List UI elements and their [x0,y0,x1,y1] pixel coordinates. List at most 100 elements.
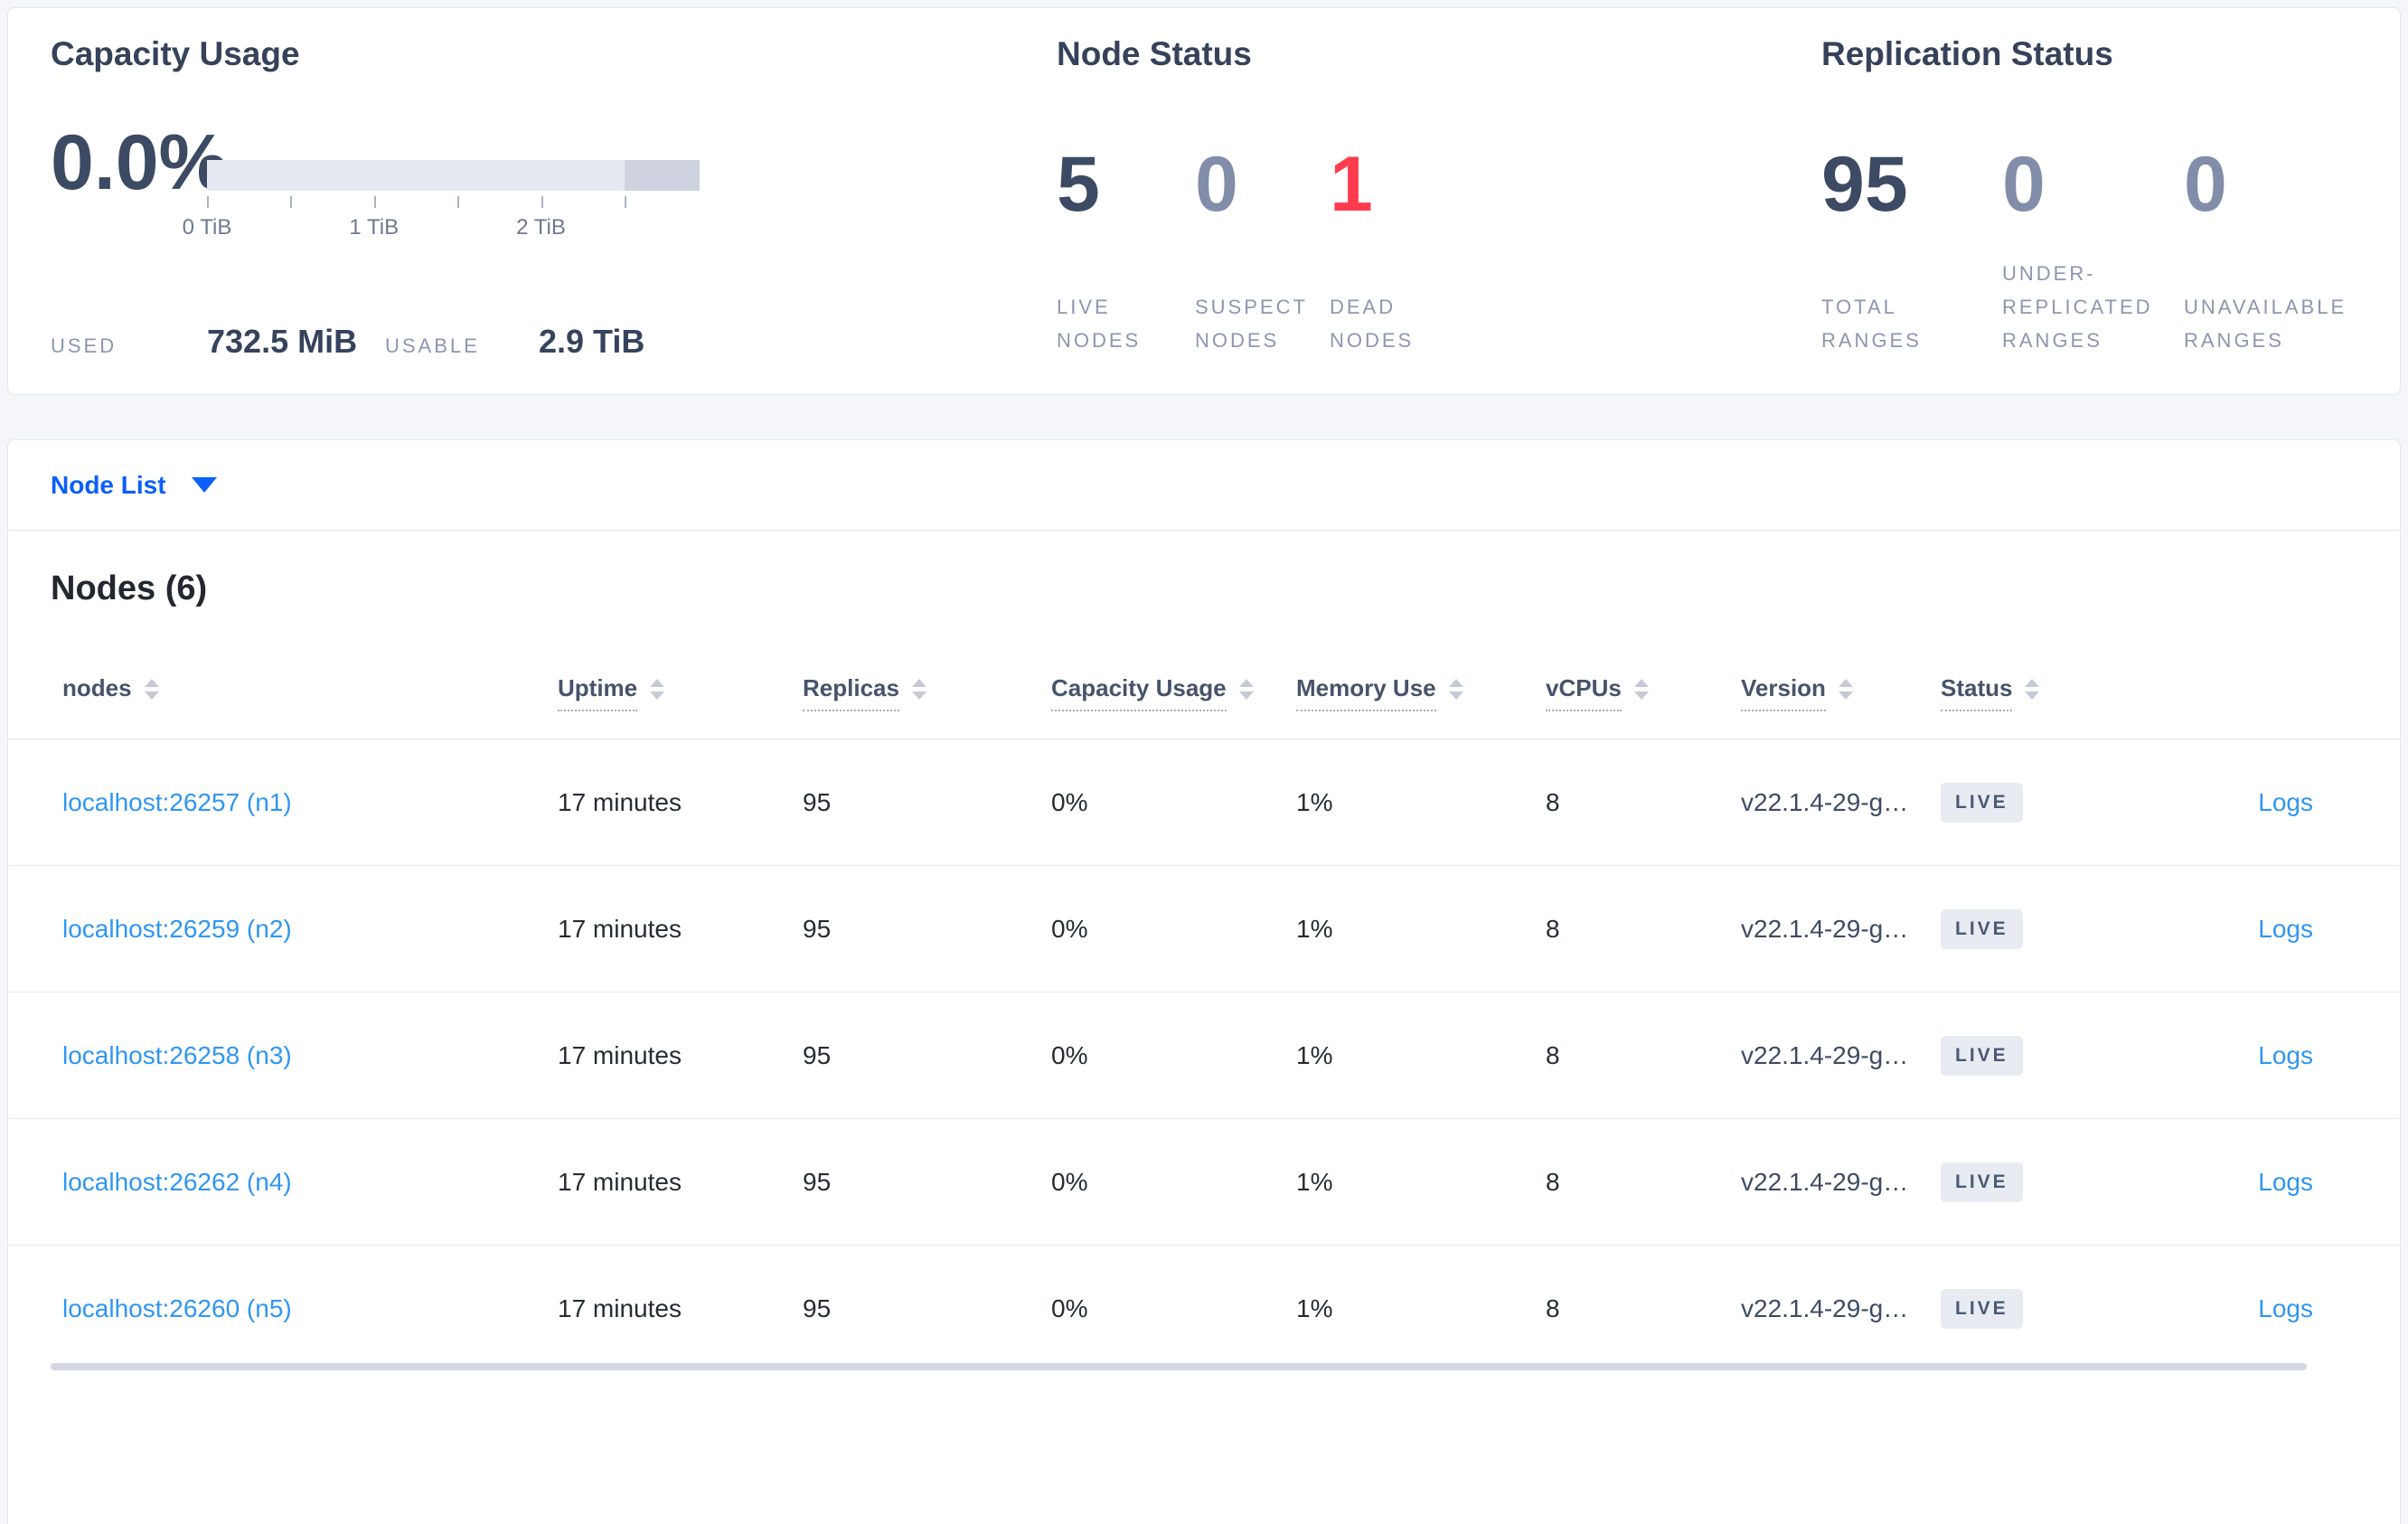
dead-nodes-label: DEAD NODES [1330,296,1415,352]
logs-link[interactable]: Logs [2258,1041,2313,1069]
sort-icon [1838,678,1853,700]
column-header-version[interactable]: Version [1741,672,1941,738]
usable-value: 2.9 TiB [539,323,645,360]
unavailable-ranges-count: 0 [2184,141,2227,228]
memory-cell: 1% [1296,1040,1333,1069]
column-header-capacity-usage[interactable]: Capacity Usage [1051,672,1296,738]
node-status-labels: LIVE NODES SUSPECT NODES DEAD NODES [1057,259,1474,357]
total-ranges-count: 95 [1821,141,1908,228]
table-row: localhost:26257 (n1) 17 minutes 95 0% 1%… [8,739,2400,866]
version-cell: v22.1.4-29-g… [1741,1294,1909,1322]
under-replicated-ranges-count: 0 [2002,141,2046,228]
logs-link[interactable]: Logs [2258,1294,2313,1322]
logs-link[interactable]: Logs [2258,1168,2313,1196]
status-badge: LIVE [1941,782,2023,823]
under-replicated-ranges-label: UNDER-REPLICATED RANGES [2002,262,2153,352]
sort-icon [650,678,665,700]
version-cell: v22.1.4-29-g… [1741,787,1909,816]
logs-link[interactable]: Logs [2258,788,2313,816]
sort-icon [1633,678,1649,700]
status-badge: LIVE [1941,1289,2023,1329]
column-header-nodes[interactable]: nodes [62,672,558,738]
vcpus-cell: 8 [1546,1167,1560,1196]
replicas-cell: 95 [803,914,832,943]
capacity-bar-track [207,160,700,191]
caret-down-icon [191,477,217,493]
suspect-nodes-count: 0 [1195,141,1238,228]
table-row: localhost:26262 (n4) 17 minutes 95 0% 1%… [8,1119,2400,1246]
node-list-dropdown[interactable]: Node List [51,471,217,500]
capacity-usage-bar-chart: 0 TiB 1 TiB 2 TiB [183,160,700,242]
capacity-bar-reserved-segment [624,160,700,191]
capacity-used-percent: 0.0% [51,119,229,206]
sort-icon [911,678,927,700]
table-row: localhost:26259 (n2) 17 minutes 95 0% 1%… [8,866,2400,992]
replication-status-title: Replication Status [1821,35,2113,72]
node-link[interactable]: localhost:26260 (n5) [62,1294,292,1322]
live-nodes-count: 5 [1057,141,1100,228]
column-header-vcpus[interactable]: vCPUs [1546,672,1741,738]
usable-label: USABLE [385,334,480,357]
capacity-used-usable-stats: USED 732.5 MiB USABLE 2.9 TiB [51,323,644,362]
column-header-uptime[interactable]: Uptime [558,672,803,738]
axis-tick [207,196,209,208]
unavailable-ranges-label: UNAVAILABLE RANGES [2184,296,2347,352]
sort-icon [2025,678,2040,700]
table-row: localhost:26260 (n5) 17 minutes 95 0% 1%… [8,1246,2400,1372]
capacity-cell: 0% [1051,1294,1088,1322]
capacity-axis-ticks [207,196,700,208]
uptime-cell: 17 minutes [558,787,682,816]
used-label: USED [51,334,118,357]
axis-label: 0 TiB [182,215,232,240]
sort-icon [144,678,159,700]
version-cell: v22.1.4-29-g… [1741,914,1909,943]
replicas-cell: 95 [803,1167,832,1196]
capacity-axis-labels: 0 TiB 1 TiB 2 TiB [183,215,700,242]
axis-label: 2 TiB [516,215,566,240]
node-link[interactable]: localhost:26259 (n2) [62,915,292,943]
version-cell: v22.1.4-29-g… [1741,1167,1909,1196]
memory-cell: 1% [1296,914,1333,943]
uptime-cell: 17 minutes [558,914,682,943]
column-header-status[interactable]: Status [1941,672,2121,738]
live-nodes-label: LIVE NODES [1057,296,1142,352]
horizontal-scrollbar[interactable] [51,1363,2307,1370]
node-link[interactable]: localhost:26258 (n3) [62,1041,292,1069]
replication-metrics: 95 0 0 [1821,146,2408,223]
vcpus-cell: 8 [1546,787,1560,816]
replicas-cell: 95 [803,1040,832,1069]
view-selector-row: Node List [8,440,2400,531]
node-link[interactable]: localhost:26262 (n4) [62,1168,292,1196]
vcpus-cell: 8 [1546,1040,1560,1069]
nodes-section-title: Nodes (6) [51,569,208,607]
replicas-cell: 95 [803,787,832,816]
node-link[interactable]: localhost:26257 (n1) [62,788,292,816]
column-header-memory-use[interactable]: Memory Use [1296,672,1546,738]
memory-cell: 1% [1296,1167,1333,1196]
column-header-replicas[interactable]: Replicas [803,672,1051,738]
cluster-overview-card: Capacity Usage 0.0% 0 TiB 1 TiB 2 TiB US… [7,7,2401,395]
memory-cell: 1% [1296,1294,1333,1322]
axis-tick [373,196,376,208]
logs-link[interactable]: Logs [2258,915,2313,943]
version-cell: v22.1.4-29-g… [1741,1040,1909,1069]
status-badge: LIVE [1941,908,2023,949]
vcpus-cell: 8 [1546,1294,1560,1322]
capacity-cell: 0% [1051,787,1088,816]
nodes-section: Nodes (6) nodes Uptime Replicas Capacity… [8,531,2400,1370]
node-status-title: Node Status [1057,35,1252,72]
node-list-dropdown-label: Node List [51,470,166,499]
suspect-nodes-label: SUSPECT NODES [1195,296,1308,352]
uptime-cell: 17 minutes [558,1040,682,1069]
status-badge: LIVE [1941,1162,2023,1202]
axis-tick [541,196,543,208]
axis-tick [456,196,459,208]
sort-icon [1448,678,1463,700]
dead-nodes-count: 1 [1330,141,1373,228]
replication-labels: TOTAL RANGES UNDER-REPLICATED RANGES UNA… [1821,259,2408,357]
axis-tick [290,196,293,208]
nodes-table-header: nodes Uptime Replicas Capacity Usage Mem… [8,672,2400,739]
axis-tick [624,196,626,208]
capacity-usage-title: Capacity Usage [51,35,300,72]
status-badge: LIVE [1941,1035,2023,1076]
